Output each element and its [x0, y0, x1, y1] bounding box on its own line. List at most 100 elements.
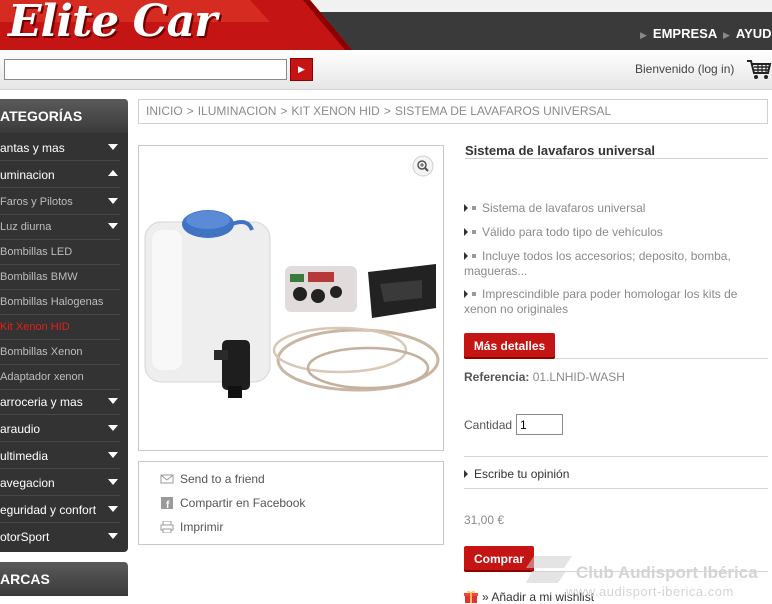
reference-value: 01.LNHID-WASH	[532, 370, 625, 384]
write-review-link[interactable]: Escribe tu opinión	[464, 467, 569, 481]
breadcrumb-separator: >	[280, 104, 288, 118]
feature-item: Incluye todos los accesorios; deposito, …	[464, 249, 764, 279]
sidebar-item-label: Kit Xenon HID	[0, 321, 70, 333]
print-label: Imprimir	[180, 520, 224, 534]
sidebar-item-motorsport[interactable]: otorSport	[0, 524, 120, 550]
send-to-friend-label: Send to a friend	[180, 472, 265, 486]
sidebar-item-label: Luz diurna	[0, 221, 52, 233]
sidebar-item-label: ultimedia	[0, 449, 49, 463]
site-logo[interactable]: Elite Car	[8, 0, 217, 47]
search-arrow-icon: ▶	[298, 64, 305, 74]
buy-button[interactable]: Comprar	[464, 546, 534, 572]
search-button[interactable]: ▶	[290, 58, 313, 81]
chevron-down-icon[interactable]	[108, 144, 118, 150]
categories-title: ATEGORÍAS	[0, 99, 128, 133]
sidebar-item-label: eguridad y confort	[0, 503, 97, 517]
nav-ayuda[interactable]: ▶ AYUDA	[723, 26, 772, 41]
quantity-label: Cantidad	[464, 418, 513, 432]
sidebar-item-label: avegacion	[0, 476, 55, 490]
nav-ayuda-label: AYUDA	[735, 26, 772, 41]
chevron-down-icon[interactable]	[108, 533, 118, 539]
sidebar-item-kit-xenon-hid[interactable]: Kit Xenon HID	[0, 314, 120, 340]
sidebar-item-luz-diurna[interactable]: Luz diurna	[0, 214, 120, 240]
product-title: Sistema de lavafaros universal	[465, 143, 656, 158]
divider	[555, 358, 768, 359]
feature-text: Incluye todos los accesorios; deposito, …	[464, 249, 731, 278]
sidebar-item-bombillas-xenon[interactable]: Bombillas Xenon	[0, 339, 120, 365]
sidebar-item-label: uminacion	[0, 168, 55, 182]
sidebar-item-iluminacion[interactable]: uminacion	[0, 162, 120, 188]
sidebar-item-bombillas-bmw[interactable]: Bombillas BMW	[0, 264, 120, 290]
feature-text: Imprescindible para poder homologar los …	[464, 287, 738, 316]
breadcrumb-kit-xenon[interactable]: KIT XENON HID	[291, 104, 379, 118]
bullet-square-icon	[472, 292, 476, 296]
send-to-friend-link[interactable]: Send to a friend	[160, 472, 265, 486]
nav-arrow-icon: ▶	[640, 30, 647, 40]
chevron-down-icon[interactable]	[108, 198, 118, 204]
chevron-up-icon[interactable]	[108, 170, 118, 176]
search-input[interactable]	[4, 59, 287, 80]
envelope-icon	[160, 474, 174, 484]
sidebar-item-multimedia[interactable]: ultimedia	[0, 443, 120, 469]
sidebar-item-label: Bombillas LED	[0, 246, 73, 258]
more-details-button[interactable]: Más detalles	[464, 333, 555, 359]
quantity-input[interactable]	[516, 414, 563, 435]
facebook-share-label: Compartir en Facebook	[180, 496, 306, 510]
sidebar-item-label: arroceria y mas	[0, 395, 83, 409]
sidebar-item-label: otorSport	[0, 530, 50, 544]
sidebar-item-navegacion[interactable]: avegacion	[0, 470, 120, 496]
bullet-arrow-icon	[464, 204, 468, 212]
sidebar-item-label: Faros y Pilotos	[0, 196, 73, 208]
chevron-down-icon[interactable]	[108, 223, 118, 229]
gift-icon	[464, 590, 478, 603]
print-link[interactable]: Imprimir	[160, 520, 223, 534]
sidebar-item-seguridad[interactable]: eguridad y confort	[0, 497, 120, 523]
bullet-square-icon	[472, 230, 476, 234]
sidebar-item-label: Bombillas Xenon	[0, 346, 83, 358]
breadcrumb: INICIO > ILUMINACION > KIT XENON HID > SISTEMA…	[138, 99, 768, 124]
nav-empresa-label: EMPRESA	[652, 26, 718, 41]
bullet-arrow-icon	[464, 228, 468, 236]
feature-item: Imprescindible para poder homologar los …	[464, 287, 764, 317]
sidebar-item-carroceria[interactable]: arroceria y mas	[0, 389, 120, 415]
watermark-logo	[526, 556, 572, 583]
feature-item: Válido para todo tipo de vehículos	[464, 225, 764, 240]
reference-label: Referencia:	[464, 370, 530, 384]
sidebar-item-llantas[interactable]: antas y mas	[0, 135, 120, 161]
sidebar-item-label: Bombillas Halogenas	[0, 296, 104, 308]
sidebar-item-bombillas-halogenas[interactable]: Bombillas Halogenas	[0, 289, 120, 315]
chevron-down-icon[interactable]	[108, 479, 118, 485]
chevron-down-icon[interactable]	[108, 425, 118, 431]
breadcrumb-home[interactable]: INICIO	[146, 104, 183, 118]
cart-icon[interactable]	[746, 56, 772, 82]
welcome-login-link[interactable]: Bienvenido (log in)	[635, 62, 734, 76]
sidebar-item-faros-pilotos[interactable]: Faros y Pilotos	[0, 189, 120, 215]
chevron-down-icon[interactable]	[108, 506, 118, 512]
sidebar-item-caraudio[interactable]: araudio	[0, 416, 120, 442]
breadcrumb-separator: >	[186, 104, 194, 118]
sidebar-item-adaptador-xenon[interactable]: Adaptador xenon	[0, 364, 120, 390]
bullet-square-icon	[472, 206, 476, 210]
breadcrumb-iluminacion[interactable]: ILUMINACION	[198, 104, 277, 118]
facebook-share-link[interactable]: f Compartir en Facebook	[160, 496, 305, 510]
feature-text: Sistema de lavafaros universal	[482, 201, 646, 215]
chevron-down-icon[interactable]	[108, 452, 118, 458]
product-price: 31,00 €	[464, 513, 505, 527]
title-divider	[465, 158, 768, 159]
write-review-label: Escribe tu opinión	[474, 467, 570, 481]
sidebar-item-bombillas-led[interactable]: Bombillas LED	[0, 239, 120, 265]
reference: Referencia: 01.LNHID-WASH	[464, 370, 625, 384]
sidebar-item-label: araudio	[0, 422, 41, 436]
watermark-url: www.audisport-iberica.com	[566, 584, 734, 599]
zoom-icon[interactable]	[412, 155, 434, 177]
product-image	[144, 210, 440, 398]
divider	[464, 456, 768, 457]
brands-title: ARCAS	[0, 562, 128, 596]
bullet-square-icon	[472, 254, 476, 258]
feature-item: Sistema de lavafaros universal	[464, 201, 764, 216]
breadcrumb-separator: >	[383, 104, 391, 118]
sidebar-item-label: Adaptador xenon	[0, 371, 84, 383]
nav-empresa[interactable]: ▶ EMPRESA	[640, 26, 717, 41]
facebook-icon: f	[161, 497, 173, 509]
chevron-down-icon[interactable]	[108, 398, 118, 404]
